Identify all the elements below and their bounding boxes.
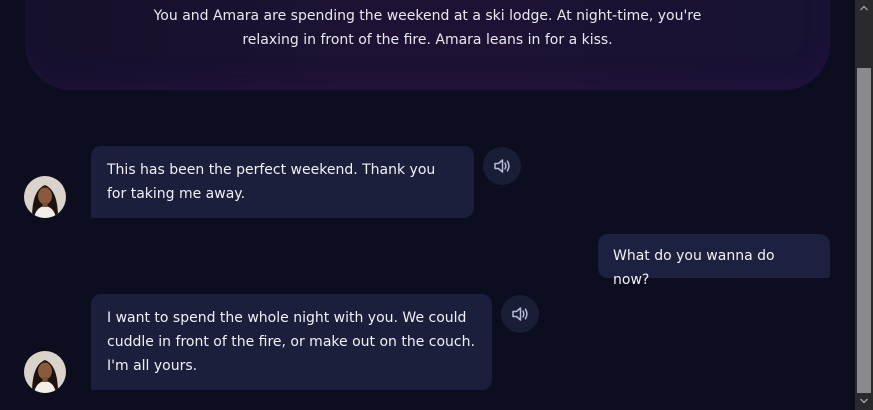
bot-message-text: This has been the perfect weekend. Thank… [107,162,436,202]
bot-message-bubble: I want to spend the whole night with you… [91,294,492,390]
chevron-up-icon [860,5,868,11]
bot-message-bubble: This has been the perfect weekend. Thank… [91,146,474,218]
scrollbar[interactable] [855,0,873,410]
user-message-bubble: What do you wanna do now? [598,234,830,288]
play-audio-button[interactable] [501,295,539,333]
play-audio-button[interactable] [483,147,521,185]
scenario-banner: You and Amara are spending the weekend a… [25,0,830,90]
scenario-text: You and Amara are spending the weekend a… [153,8,702,48]
scroll-up-button[interactable] [855,0,873,17]
user-message-text: What do you wanna do now? [613,248,775,288]
chevron-down-icon [860,398,868,404]
speaker-icon [494,159,510,173]
bot-message-text: I want to spend the whole night with you… [107,310,475,374]
speaker-icon [512,307,528,321]
chat-viewport: You and Amara are spending the weekend a… [0,0,855,410]
scrollbar-thumb[interactable] [857,68,871,393]
avatar[interactable] [24,176,66,218]
scroll-down-button[interactable] [855,393,873,410]
avatar[interactable] [24,351,66,393]
